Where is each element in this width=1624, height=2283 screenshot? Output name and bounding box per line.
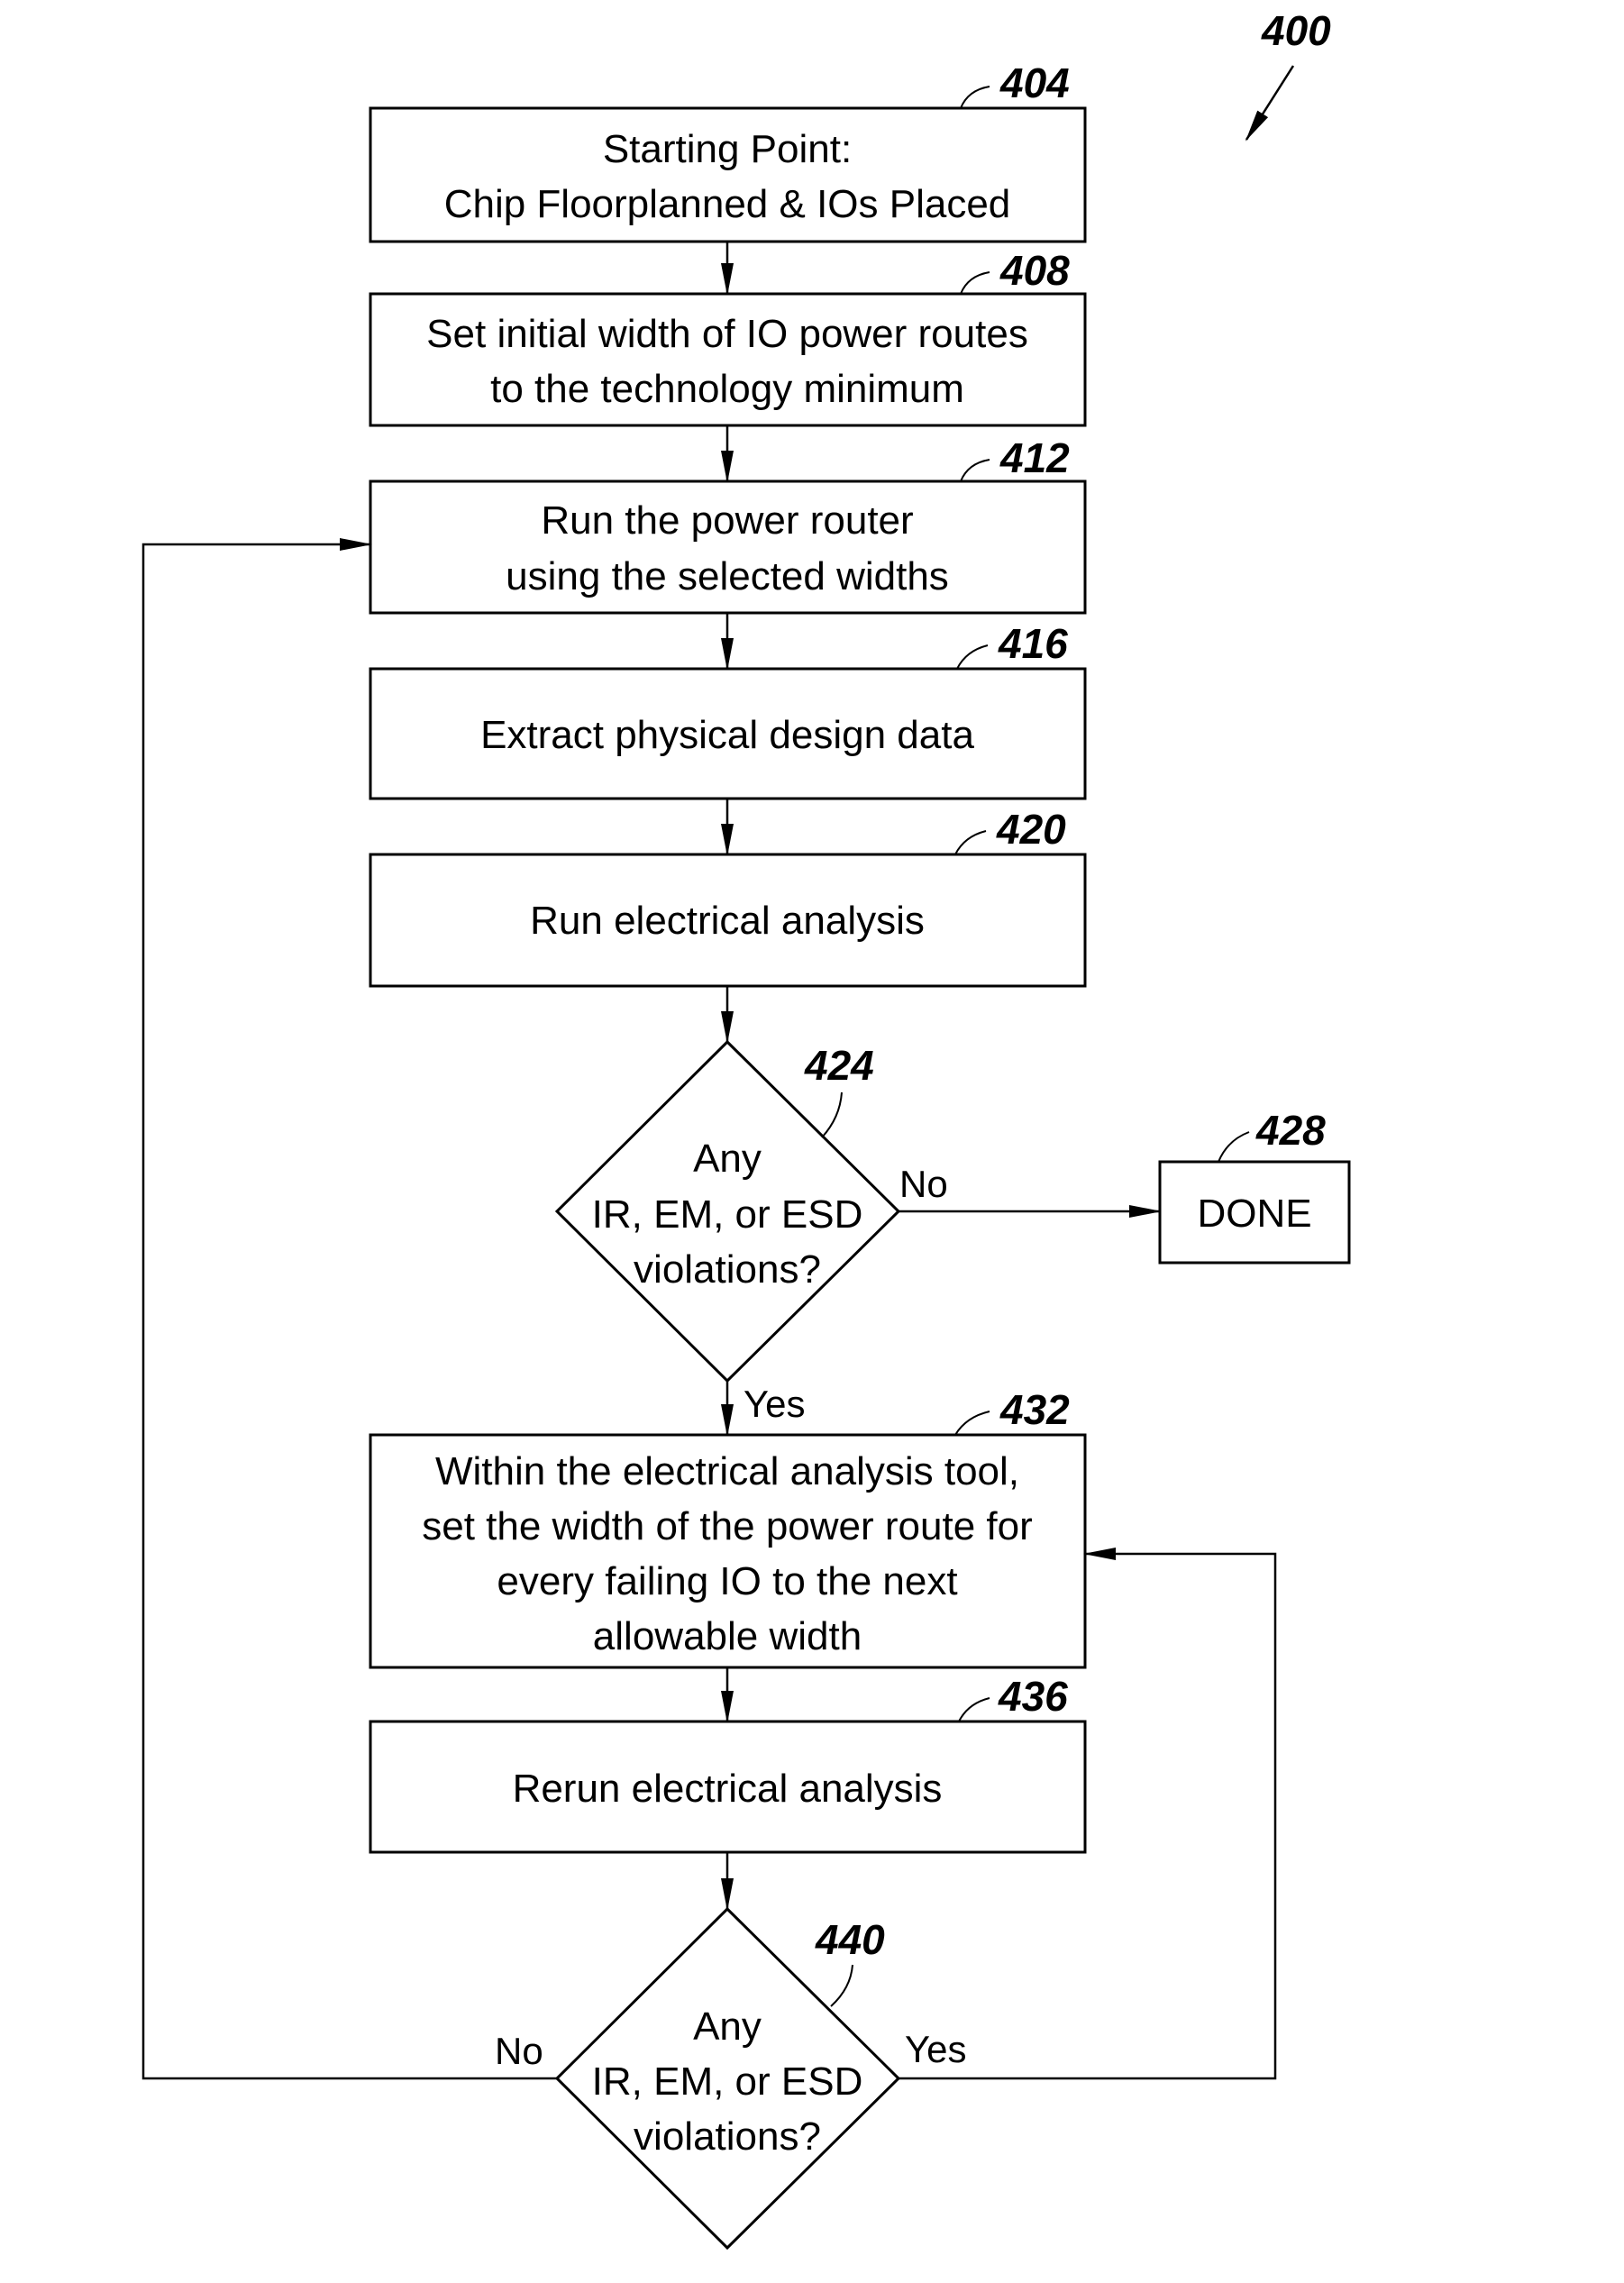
ref-432: 432 (999, 1386, 1070, 1433)
step-436-line-1: Rerun electrical analysis (513, 1767, 943, 1811)
ref-428: 428 (1255, 1107, 1326, 1154)
decision-440-no-label: No (495, 2030, 543, 2072)
decision-424-yes-label: Yes (744, 1383, 806, 1425)
step-404: Starting Point: Chip Floorplanned & IOs … (369, 59, 1087, 243)
decision-440-line-1: Any (693, 2004, 762, 2049)
flowchart-400: 400 Starting Point: Chip Floorplanned & … (141, 7, 1351, 2251)
step-408-line-2: to the technology minimum (490, 367, 964, 411)
ref-436: 436 (998, 1673, 1068, 1720)
ref-408: 408 (999, 247, 1070, 294)
step-428: DONE 428 (1158, 1107, 1351, 1265)
step-404-line-1: Starting Point: (603, 127, 852, 171)
decision-424-no-label: No (899, 1163, 948, 1205)
step-408-line-1: Set initial width of IO power routes (426, 312, 1028, 356)
ref-404: 404 (999, 59, 1070, 106)
ref-416: 416 (998, 620, 1068, 667)
ref-leader-412 (960, 459, 990, 482)
ref-424: 424 (804, 1042, 874, 1089)
step-432-line-3: every failing IO to the next (497, 1559, 957, 1603)
decision-440-yes-label: Yes (905, 2028, 967, 2070)
ref-leader-440 (830, 1964, 853, 2007)
step-416-line-1: Extract physical design data (480, 713, 974, 757)
step-432-line-4: allowable width (593, 1614, 862, 1658)
decision-440-line-2: IR, EM, or ESD (592, 2059, 863, 2104)
ref-420: 420 (996, 806, 1066, 853)
step-432-line-1: Within the electrical analysis tool, (435, 1449, 1019, 1493)
figure-ref-400: 400 (1261, 7, 1331, 54)
decision-424-line-2: IR, EM, or ESD (592, 1192, 863, 1237)
step-432-line-2: set the width of the power route for (422, 1504, 1033, 1548)
decision-424-line-3: violations? (634, 1247, 821, 1292)
decision-440: Any IR, EM, or ESD violations? 440 No Ye… (495, 1906, 967, 2251)
decision-440-line-3: violations? (634, 2114, 821, 2159)
ref-leader-424 (821, 1091, 843, 1138)
ref-leader-408 (960, 271, 990, 295)
decision-424-line-1: Any (693, 1137, 762, 1181)
ref-leader-432 (954, 1411, 990, 1436)
step-412-line-1: Run the power router (541, 498, 913, 543)
ref-leader-428 (1218, 1131, 1250, 1163)
ref-leader-436 (958, 1697, 990, 1722)
step-420-line-1: Run electrical analysis (530, 899, 925, 943)
ref-leader-404 (960, 86, 990, 109)
ref-412: 412 (999, 434, 1070, 481)
ref-leader-416 (956, 644, 989, 670)
decision-424: Any IR, EM, or ESD violations? 424 No Ye… (554, 1039, 948, 1425)
step-428-label: DONE (1197, 1192, 1311, 1236)
figure-ref-arrow (1245, 65, 1295, 142)
ref-440: 440 (815, 1916, 885, 1963)
step-412-line-2: using the selected widths (506, 554, 949, 598)
step-404-line-2: Chip Floorplanned & IOs Placed (444, 182, 1011, 226)
ref-leader-420 (954, 830, 987, 855)
